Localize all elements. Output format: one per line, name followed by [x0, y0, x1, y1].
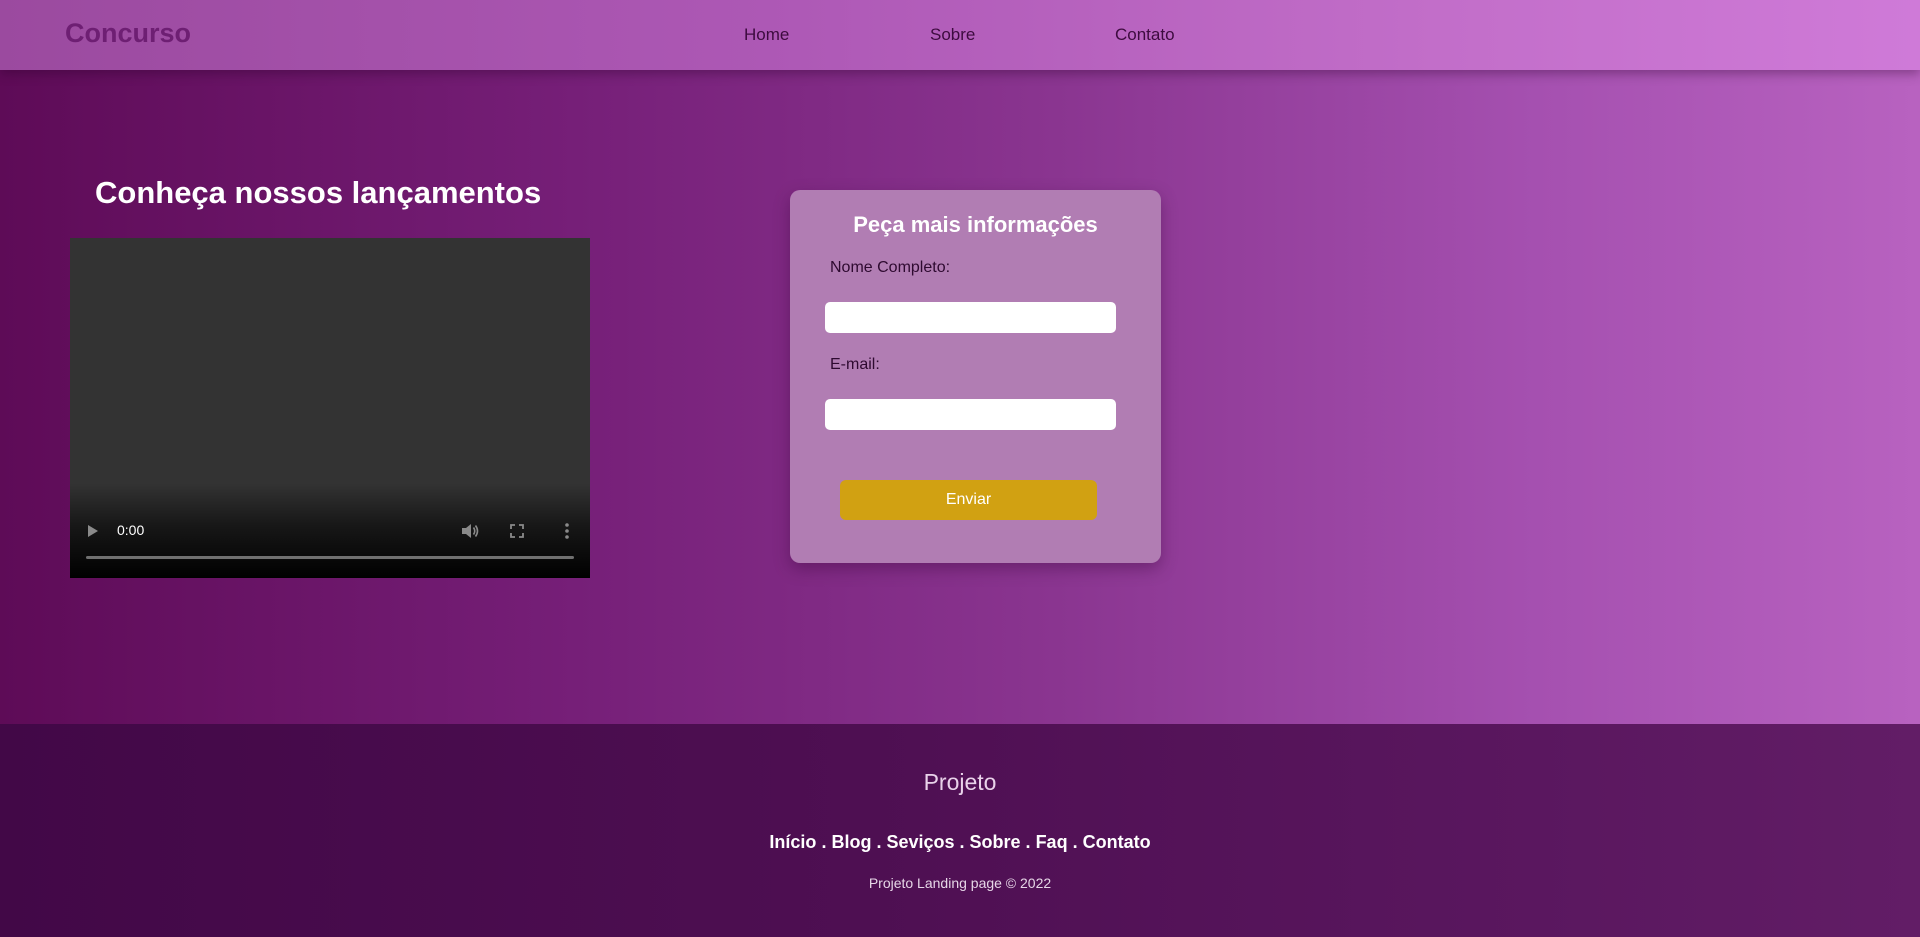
submit-button[interactable]: Enviar: [840, 480, 1097, 520]
footer-separator: .: [871, 832, 887, 852]
footer-separator: .: [1067, 832, 1083, 852]
footer-separator: .: [954, 832, 970, 852]
video-controls: 0:00: [70, 483, 590, 578]
logo[interactable]: Concurso: [65, 18, 191, 49]
nav-link-home[interactable]: Home: [744, 25, 789, 45]
footer-separator: .: [1020, 832, 1036, 852]
site-footer: Projeto Início . Blog . Seviços . Sobre …: [0, 724, 1920, 937]
footer-link-faq[interactable]: Faq: [1036, 832, 1068, 852]
footer-links: Início . Blog . Seviços . Sobre . Faq . …: [0, 832, 1920, 853]
email-label: E-mail:: [830, 356, 880, 373]
play-icon[interactable]: [88, 525, 98, 537]
footer-link-blog[interactable]: Blog: [831, 832, 871, 852]
name-field[interactable]: [825, 302, 1116, 333]
footer-link-inicio[interactable]: Início: [769, 832, 816, 852]
footer-link-servicos[interactable]: Seviços: [886, 832, 954, 852]
nav-link-contato[interactable]: Contato: [1115, 25, 1175, 45]
page-title: Conheça nossos lançamentos: [95, 175, 542, 210]
footer-link-contato[interactable]: Contato: [1083, 832, 1151, 852]
fullscreen-icon[interactable]: [509, 523, 525, 539]
volume-icon[interactable]: [460, 522, 480, 540]
email-field[interactable]: [825, 399, 1116, 430]
footer-title: Projeto: [923, 769, 997, 795]
form-title: Peça mais informações: [853, 212, 1098, 237]
name-label: Nome Completo:: [830, 259, 951, 276]
video-player[interactable]: 0:00: [70, 238, 590, 578]
copyright-text: Projeto Landing page © 2022: [868, 875, 1052, 891]
footer-separator: .: [816, 832, 832, 852]
more-options-icon[interactable]: [564, 522, 570, 540]
footer-link-sobre[interactable]: Sobre: [970, 832, 1021, 852]
site-header: Concurso Home Sobre Contato: [0, 0, 1920, 70]
video-progress-bar[interactable]: [86, 556, 574, 559]
info-request-form: Peça mais informações Nome Completo: E-m…: [790, 190, 1161, 563]
video-time: 0:00: [117, 522, 145, 538]
hero-section: Conheça nossos lançamentos 0:00 Peça mai…: [0, 70, 1920, 724]
nav-link-sobre[interactable]: Sobre: [930, 25, 975, 45]
